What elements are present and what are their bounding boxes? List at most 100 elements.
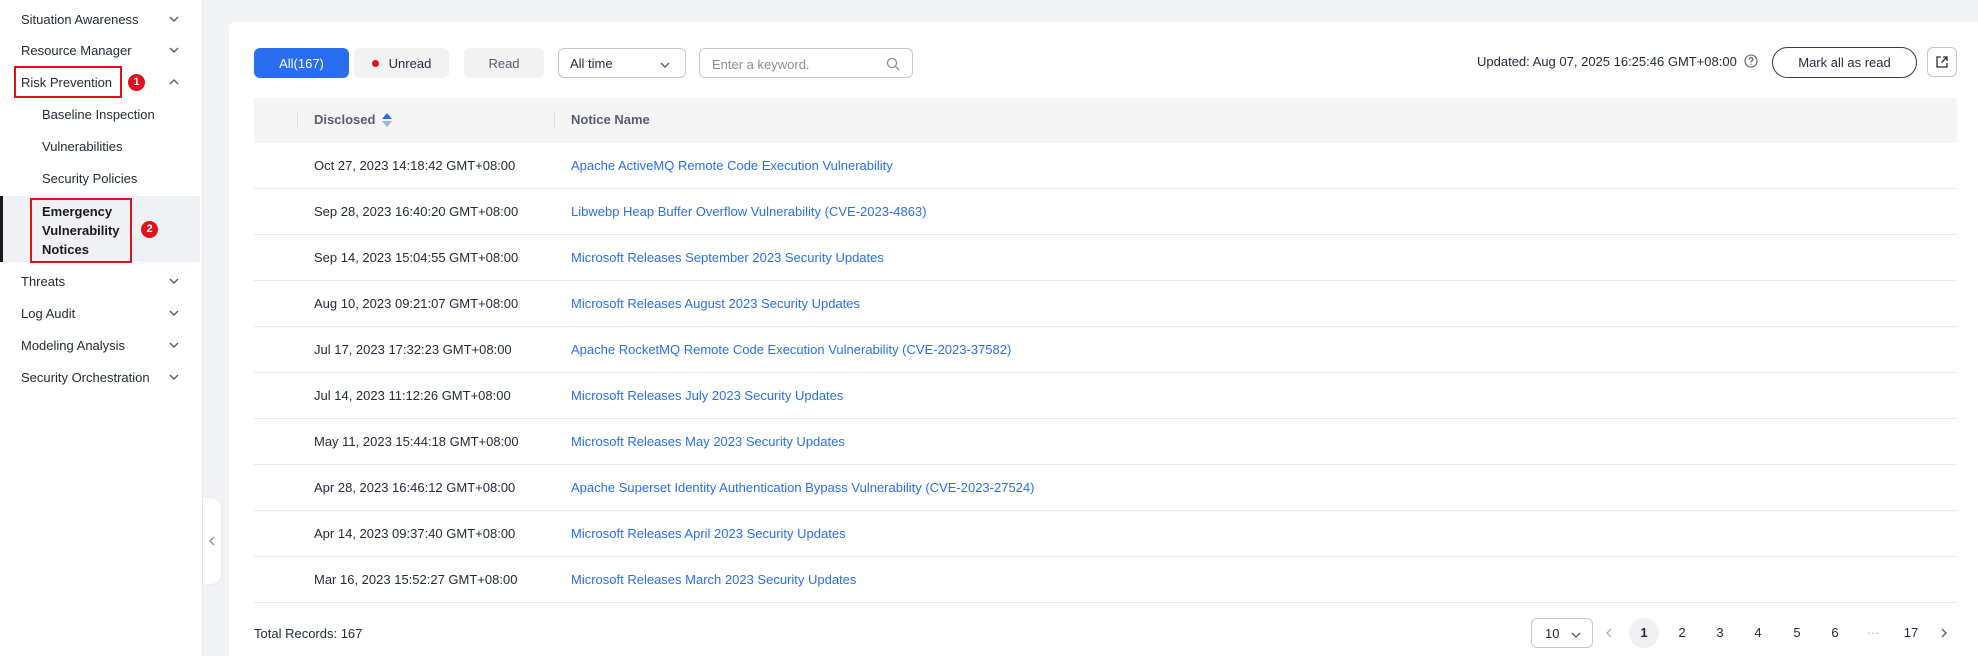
column-divider [554,111,555,129]
prev-page-button[interactable] [1599,618,1619,648]
unread-dot-icon [371,59,379,67]
sidebar-item-situation-awareness[interactable]: Situation Awareness [0,6,203,32]
disclosed-cell: Apr 28, 2023 16:46:12 GMT+08:00 [314,480,516,495]
page-17-button[interactable]: 17 [1896,618,1926,648]
tab-unread-label: Unread [388,55,432,71]
disclosed-cell: Apr 14, 2023 09:37:40 GMT+08:00 [314,526,516,541]
notice-link[interactable]: Microsoft Releases July 2023 Security Up… [571,388,843,403]
search-icon[interactable] [886,57,900,71]
table-row: Sep 14, 2023 15:04:55 GMT+08:00 Microsof… [254,235,1957,281]
annotation-box-emergency-notices [30,198,132,263]
disclosed-cell: Mar 16, 2023 15:52:27 GMT+08:00 [314,572,518,587]
disclosed-cell: Oct 27, 2023 14:18:42 GMT+08:00 [314,158,516,173]
page-size-select[interactable]: 10 [1531,618,1593,648]
mark-all-read-button[interactable]: Mark all as read [1772,47,1917,78]
chevron-left-icon [209,536,215,546]
table-row: Jul 17, 2023 17:32:23 GMT+08:00 Apache R… [254,327,1957,373]
table-row: Apr 14, 2023 09:37:40 GMT+08:00 Microsof… [254,511,1957,557]
notices-panel: All(167) Unread Read All time Updated: A… [229,22,1978,656]
table-row: Oct 27, 2023 14:18:42 GMT+08:00 Apache A… [254,143,1957,189]
help-icon[interactable] [1744,54,1758,68]
notice-link[interactable]: Microsoft Releases August 2023 Security … [571,296,860,311]
table-row: Apr 28, 2023 16:46:12 GMT+08:00 Apache S… [254,465,1957,511]
disclosed-cell: Jul 17, 2023 17:32:23 GMT+08:00 [314,342,512,357]
notice-link[interactable]: Microsoft Releases March 2023 Security U… [571,572,856,587]
disclosed-cell: Sep 28, 2023 16:40:20 GMT+08:00 [314,204,519,219]
page-4-button[interactable]: 4 [1743,618,1773,648]
notice-link[interactable]: Microsoft Releases September 2023 Securi… [571,250,884,265]
page-5-button[interactable]: 5 [1782,618,1812,648]
column-header-disclosed[interactable]: Disclosed [314,112,375,127]
next-page-button[interactable] [1934,618,1954,648]
annotation-marker-2: 2 [141,221,158,238]
chevron-up-icon [169,79,179,85]
search-box [699,48,913,78]
table-header: Disclosed Notice Name [254,98,1957,143]
table-row: Jul 14, 2023 11:12:26 GMT+08:00 Microsof… [254,373,1957,419]
page-2-button[interactable]: 2 [1667,618,1697,648]
sidebar-collapse-toggle[interactable] [203,498,221,584]
sidebar-item-threats[interactable]: Threats [0,268,203,294]
disclosed-cell: Aug 10, 2023 09:21:07 GMT+08:00 [314,296,519,311]
sidebar-item-label: Log Audit [21,305,76,321]
table-row: Aug 10, 2023 09:21:07 GMT+08:00 Microsof… [254,281,1957,327]
chevron-down-icon [169,278,179,284]
sidebar-item-label: Resource Manager [21,42,132,58]
sidebar-subitem-baseline-inspection[interactable]: Baseline Inspection [0,101,203,127]
chevron-down-icon [169,342,179,348]
chevron-down-icon [169,310,179,316]
pagination-ellipsis[interactable]: ··· [1858,618,1888,648]
table-row: May 11, 2023 15:44:18 GMT+08:00 Microsof… [254,419,1957,465]
disclosed-cell: Jul 14, 2023 11:12:26 GMT+08:00 [314,388,511,403]
page-3-button[interactable]: 3 [1705,618,1735,648]
sidebar-item-label: Modeling Analysis [21,337,126,353]
sidebar-item-label: Situation Awareness [21,11,139,27]
table-row: Mar 16, 2023 15:52:27 GMT+08:00 Microsof… [254,557,1957,603]
disclosed-cell: May 11, 2023 15:44:18 GMT+08:00 [314,434,519,449]
external-link-icon [1936,56,1948,68]
updated-timestamp: Updated: Aug 07, 2025 16:25:46 GMT+08:00 [1477,54,1737,69]
sidebar-subitem-label: Security Policies [42,171,138,186]
table-row: Sep 28, 2023 16:40:20 GMT+08:00 Libwebp … [254,189,1957,235]
total-records: Total Records: 167 [254,626,363,641]
sidebar-item-security-orchestration[interactable]: Security Orchestration [0,364,203,390]
sidebar-item-modeling-analysis[interactable]: Modeling Analysis [0,332,203,358]
chevron-down-icon [169,16,179,22]
chevron-down-icon [169,47,179,53]
chevron-down-icon [1571,632,1581,638]
chevron-down-icon [169,374,179,380]
sort-icon[interactable] [381,112,393,128]
sidebar-subitem-security-policies[interactable]: Security Policies [0,165,203,191]
chevron-down-icon [660,62,670,68]
search-input[interactable] [712,55,872,73]
annotation-marker-1: 1 [128,74,145,91]
notice-link[interactable]: Apache Superset Identity Authentication … [571,480,1034,495]
sidebar-subitem-vulnerabilities[interactable]: Vulnerabilities [0,133,203,159]
notice-link[interactable]: Apache RocketMQ Remote Code Execution Vu… [571,342,1011,357]
notice-link[interactable]: Microsoft Releases April 2023 Security U… [571,526,846,541]
export-button[interactable] [1927,47,1957,77]
page-6-button[interactable]: 6 [1820,618,1850,648]
sidebar-item-label: Security Orchestration [21,369,150,385]
page-1-button[interactable]: 1 [1629,618,1659,648]
tab-read[interactable]: Read [464,48,544,78]
column-divider [297,111,298,129]
time-filter-value: All time [570,56,613,71]
sidebar-item-log-audit[interactable]: Log Audit [0,300,203,326]
disclosed-cell: Sep 14, 2023 15:04:55 GMT+08:00 [314,250,519,265]
chevron-left-icon [1606,628,1612,638]
page-size-value: 10 [1545,626,1560,641]
tab-all[interactable]: All(167) [254,48,349,78]
sidebar-item-label: Threats [21,273,66,289]
tab-unread[interactable]: Unread [354,48,449,78]
annotation-box-risk-prevention [14,66,122,98]
sidebar: Situation Awareness Resource Manager Ris… [0,0,203,656]
sidebar-subitem-label: Baseline Inspection [42,107,155,122]
sidebar-subitem-label: Vulnerabilities [42,139,123,154]
notice-link[interactable]: Apache ActiveMQ Remote Code Execution Vu… [571,158,893,173]
notice-link[interactable]: Libwebp Heap Buffer Overflow Vulnerabili… [571,204,927,219]
time-filter-select[interactable]: All time [558,48,686,78]
sidebar-item-resource-manager[interactable]: Resource Manager [0,37,203,63]
notice-link[interactable]: Microsoft Releases May 2023 Security Upd… [571,434,845,449]
chevron-right-icon [1941,628,1947,638]
